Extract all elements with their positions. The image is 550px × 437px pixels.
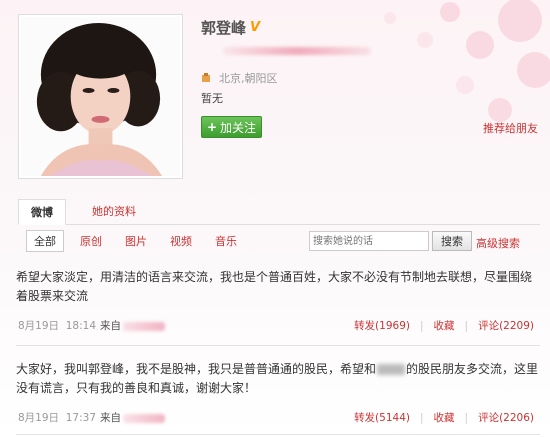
location-row: 北京,朝阳区	[201, 70, 278, 86]
recommend-to-friend-link[interactable]: 推荐给朋友	[483, 120, 538, 136]
post-timestamp[interactable]: 8月19日 17:37	[18, 410, 96, 425]
post-divider	[16, 434, 540, 435]
divider: |	[419, 411, 424, 424]
follow-label: 加关注	[220, 120, 257, 135]
divider: |	[464, 319, 469, 332]
blurred-url	[223, 47, 371, 55]
filter-original[interactable]: 原创	[80, 233, 102, 249]
location-text: 北京,朝阳区	[219, 72, 278, 85]
location-pin-icon	[202, 73, 210, 82]
post-item: 希望大家淡定，用清洁的语言来交流，我也是个普通百姓，大家不必没有节制地去联想，尽…	[16, 268, 540, 334]
divider: |	[464, 411, 469, 424]
tab-weibo[interactable]: 微博	[18, 199, 66, 225]
divider: |	[419, 319, 424, 332]
comment-button[interactable]: 评论(2206)	[478, 410, 534, 425]
profile-name: 郭登峰	[201, 18, 247, 37]
post-source: 来自	[100, 318, 165, 333]
verified-badge-icon: V	[250, 19, 261, 35]
follow-button[interactable]: + 加关注	[201, 116, 262, 138]
post-item: 大家好，我叫郭登峰，我不是股神，我只是普普通通的股民，希望和 的股民朋友多交流，这…	[16, 360, 540, 426]
search-button[interactable]: 搜索	[432, 231, 472, 251]
post-actions: 转发(1969) | 收藏 | 评论(2209)	[354, 318, 534, 333]
tab-her-profile[interactable]: 她的资料	[80, 199, 148, 225]
post-meta: 8月19日 18:14 来自 转发(1969) | 收藏 | 评论(2209)	[16, 316, 540, 334]
post-meta: 8月19日 17:37 来自 转发(5144) | 收藏 | 评论(2206)	[16, 408, 540, 426]
profile-tabs: 微博 她的资料	[18, 199, 540, 225]
filter-videos[interactable]: 视频	[170, 233, 192, 249]
avatar-photo	[21, 17, 180, 176]
search-input[interactable]	[309, 231, 429, 251]
avatar[interactable]	[18, 14, 183, 179]
filter-music[interactable]: 音乐	[215, 233, 237, 249]
intro-text: 暂无	[201, 92, 223, 105]
advanced-search-link[interactable]: 高级搜索	[476, 235, 520, 251]
post-text: 大家好，我叫郭登峰，我不是股神，我只是普普通通的股民，希望和 的股民朋友多交流，这…	[16, 362, 539, 395]
blurred-text	[377, 364, 406, 375]
blurred-source	[123, 321, 165, 331]
favorite-button[interactable]: 收藏	[434, 318, 455, 333]
post-actions: 转发(5144) | 收藏 | 评论(2206)	[354, 410, 534, 425]
filter-bar: 全部 原创 图片 视频 音乐 搜索 高级搜索	[18, 229, 540, 253]
repost-button[interactable]: 转发(5144)	[354, 410, 410, 425]
plus-icon: +	[206, 120, 218, 134]
filter-all[interactable]: 全部	[26, 230, 64, 252]
blurred-source	[123, 413, 165, 423]
comment-button[interactable]: 评论(2209)	[478, 318, 534, 333]
filter-images[interactable]: 图片	[125, 233, 147, 249]
profile-header: 郭登峰 V 北京,朝阳区 暂无 + 加关注 推荐给朋友	[18, 14, 538, 184]
post-source: 来自	[100, 410, 165, 425]
post-timestamp[interactable]: 8月19日 18:14	[18, 318, 96, 333]
post-text: 希望大家淡定，用清洁的语言来交流，我也是个普通百姓，大家不必没有节制地去联想，尽…	[16, 270, 533, 303]
repost-button[interactable]: 转发(1969)	[354, 318, 410, 333]
post-divider	[16, 345, 540, 346]
favorite-button[interactable]: 收藏	[434, 410, 455, 425]
